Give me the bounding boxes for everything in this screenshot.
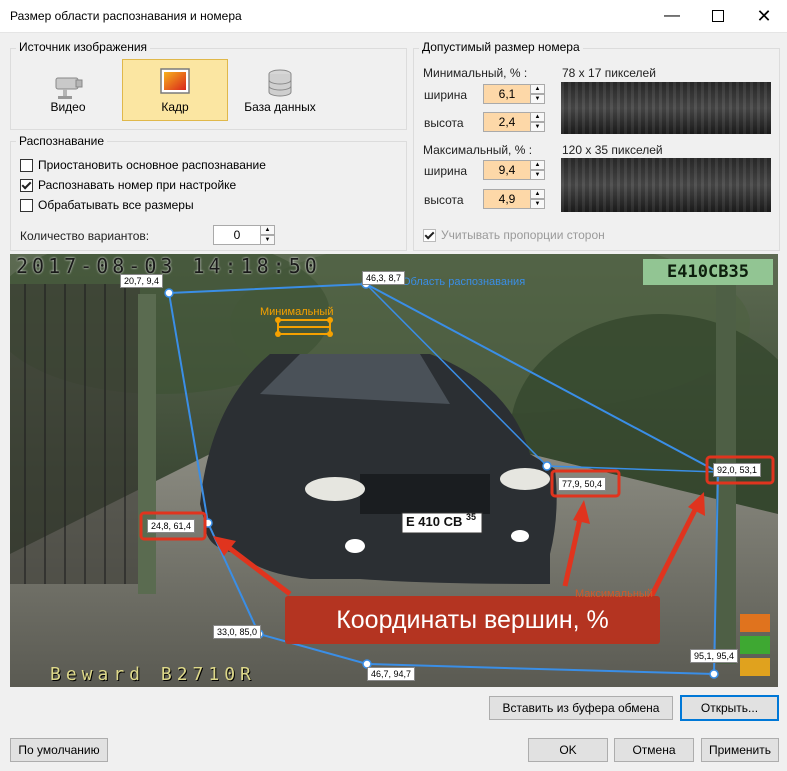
process-all-sizes-checkbox[interactable]: Обрабатывать все размеры [20, 198, 194, 212]
source-video-button[interactable]: Видео [16, 60, 120, 120]
max-height-value[interactable]: 4,9 [483, 189, 531, 209]
vertex-label[interactable]: 46,3, 8,7 [362, 271, 406, 285]
min-width-up-button[interactable]: ▲ [531, 84, 545, 94]
min-width-spinner[interactable]: 6,1 ▲ ▼ [483, 84, 545, 104]
max-width-up-button[interactable]: ▲ [531, 160, 545, 170]
open-button[interactable]: Открыть... [680, 695, 779, 721]
recognize-plate-label: Распознавать номер при настройке [38, 178, 237, 192]
vertex-label[interactable]: 92,0, 53,1 [713, 463, 762, 477]
keep-ratio-label: Учитывать пропорции сторон [441, 228, 605, 242]
chevron-down-icon: ▼ [534, 172, 541, 178]
window-title: Размер области распознавания и номера [10, 9, 242, 23]
plate-size-group-label: Допустимый размер номера [419, 40, 583, 54]
variants-up-button[interactable]: ▲ [261, 225, 275, 235]
source-database-label: База данных [244, 100, 316, 114]
max-width-spinner[interactable]: 9,4 ▲ ▼ [483, 160, 545, 180]
minimize-icon: — [664, 7, 680, 24]
pause-recognition-box[interactable] [20, 158, 33, 172]
camera-frame[interactable]: 2017-08-03 14:18:50 Beward B2710R E410CB… [10, 254, 778, 687]
min-width-label: ширина [424, 88, 468, 102]
chevron-down-icon: ▼ [534, 201, 541, 207]
frame-icon [160, 68, 190, 94]
defaults-button[interactable]: По умолчанию [10, 738, 108, 762]
variants-down-button[interactable]: ▼ [261, 235, 275, 245]
vertex-label[interactable]: 24,8, 61,4 [147, 519, 196, 533]
frame-camera-caption: Beward B2710R [50, 664, 256, 685]
variants-value[interactable]: 0 [213, 225, 261, 245]
ok-button[interactable]: OK [528, 738, 608, 762]
area-label: Область распознавания [402, 276, 526, 288]
min-height-spinner[interactable]: 2,4 ▲ ▼ [483, 112, 545, 132]
chevron-down-icon: ▼ [534, 124, 541, 130]
source-video-label: Видео [50, 100, 86, 114]
min-height-value[interactable]: 2,4 [483, 112, 531, 132]
recognize-plate-checkbox[interactable]: Распознавать номер при настройке [20, 178, 236, 192]
car-plate-number: E 410 CB [406, 514, 463, 529]
max-width-down-button[interactable]: ▼ [531, 170, 545, 180]
vertex-label[interactable]: 33,0, 85,0 [213, 625, 262, 639]
max-size-label: Максимальный, % : [423, 143, 533, 157]
maximize-icon [712, 10, 724, 22]
source-frame-button[interactable]: Кадр [122, 59, 228, 121]
max-height-down-button[interactable]: ▼ [531, 199, 545, 209]
chevron-up-icon: ▲ [534, 114, 541, 120]
maximize-button[interactable] [695, 0, 741, 32]
variants-spinner[interactable]: 0 ▲ ▼ [213, 225, 275, 245]
cancel-button[interactable]: Отмена [614, 738, 694, 762]
vertex-label[interactable]: 46,7, 94,7 [367, 667, 416, 681]
car-plate-region: 35 [466, 512, 477, 522]
min-plate-label: Минимальный [260, 306, 334, 318]
source-frame-label: Кадр [161, 100, 189, 114]
pause-recognition-label: Приостановить основное распознавание [38, 158, 266, 172]
close-icon: ✕ [756, 5, 772, 26]
max-height-up-button[interactable]: ▲ [531, 189, 545, 199]
min-size-label: Минимальный, % : [423, 66, 528, 80]
process-all-sizes-label: Обрабатывать все размеры [38, 198, 194, 212]
chevron-down-icon: ▼ [534, 96, 541, 102]
camera-icon [55, 77, 83, 99]
chevron-up-icon: ▲ [534, 86, 541, 92]
min-height-down-button[interactable]: ▼ [531, 122, 545, 132]
vertex-label[interactable]: 77,9, 50,4 [558, 477, 607, 491]
frame-timestamp: 2017-08-03 14:18:50 [16, 254, 321, 278]
max-width-value[interactable]: 9,4 [483, 160, 531, 180]
database-icon [268, 69, 292, 97]
keep-ratio-box[interactable] [423, 228, 436, 242]
recognize-plate-box[interactable] [20, 178, 33, 192]
max-plate-preview [561, 158, 771, 212]
min-height-label: высота [424, 116, 464, 130]
vertex-coordinates-callout: Координаты вершин, % [336, 605, 609, 634]
min-plate-preview [561, 82, 771, 134]
plate-result-badge: E410CB35 [643, 259, 773, 285]
max-pixels-label: 120 x 35 пикселей [562, 143, 663, 157]
source-group-label: Источник изображения [16, 40, 151, 54]
vertex-label[interactable]: 20,7, 9,4 [120, 274, 164, 288]
paste-from-clipboard-button[interactable]: Вставить из буфера обмена [489, 696, 673, 720]
close-button[interactable]: ✕ [741, 0, 787, 32]
source-database-button[interactable]: База данных [228, 60, 332, 120]
max-width-label: ширина [424, 164, 468, 178]
min-pixels-label: 78 x 17 пикселей [562, 66, 656, 80]
min-width-value[interactable]: 6,1 [483, 84, 531, 104]
min-width-down-button[interactable]: ▼ [531, 94, 545, 104]
max-height-spinner[interactable]: 4,9 ▲ ▼ [483, 189, 545, 209]
vertex-label[interactable]: 95,1, 95,4 [690, 649, 739, 663]
chevron-down-icon: ▼ [264, 237, 271, 243]
chevron-up-icon: ▲ [534, 162, 541, 168]
title-bar: Размер области распознавания и номера — … [0, 0, 787, 33]
recognition-group-label: Распознавание [16, 134, 108, 148]
pause-recognition-checkbox[interactable]: Приостановить основное распознавание [20, 158, 266, 172]
process-all-sizes-box[interactable] [20, 198, 33, 212]
minimize-button[interactable]: — [649, 0, 695, 32]
variants-label: Количество вариантов: [20, 229, 150, 243]
chevron-up-icon: ▲ [534, 191, 541, 197]
max-height-label: высота [424, 193, 464, 207]
chevron-up-icon: ▲ [264, 227, 271, 233]
keep-ratio-checkbox[interactable]: Учитывать пропорции сторон [423, 228, 605, 242]
apply-button[interactable]: Применить [701, 738, 779, 762]
min-height-up-button[interactable]: ▲ [531, 112, 545, 122]
